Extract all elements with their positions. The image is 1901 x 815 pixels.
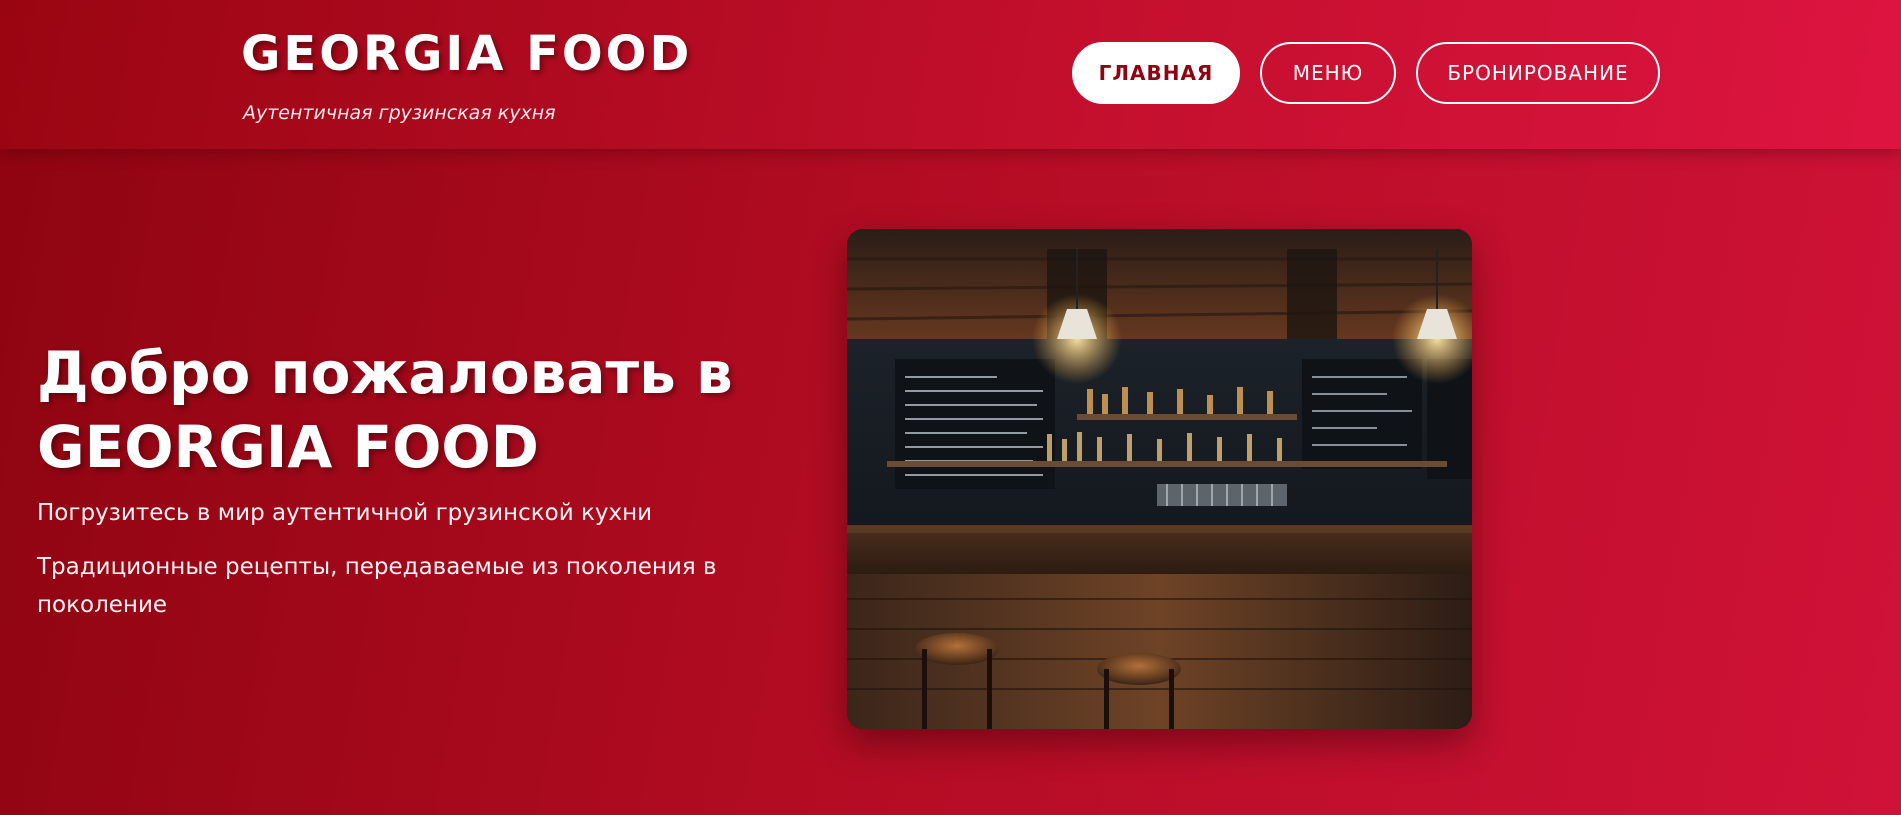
hero-description: Традиционные рецепты, передаваемые из по… (37, 554, 717, 618)
brand-subtitle: Аутентичная грузинская кухня (243, 102, 556, 124)
nav-home-button[interactable]: ГЛАВНАЯ (1072, 42, 1240, 104)
main-nav: ГЛАВНАЯ МЕНЮ БРОНИРОВАНИЕ (1072, 42, 1660, 104)
nav-menu-button[interactable]: МЕНЮ (1260, 42, 1396, 104)
hero-title: Добро пожаловать в GEORGIA FOOD (37, 339, 733, 481)
hero-tagline: Погрузитесь в мир аутентичной грузинской… (37, 500, 653, 526)
brand-title[interactable]: GEORGIA FOOD (241, 26, 692, 82)
nav-booking-button[interactable]: БРОНИРОВАНИЕ (1416, 42, 1660, 104)
restaurant-bar-image (847, 229, 1472, 729)
site-header: GEORGIA FOOD Аутентичная грузинская кухн… (0, 0, 1901, 149)
